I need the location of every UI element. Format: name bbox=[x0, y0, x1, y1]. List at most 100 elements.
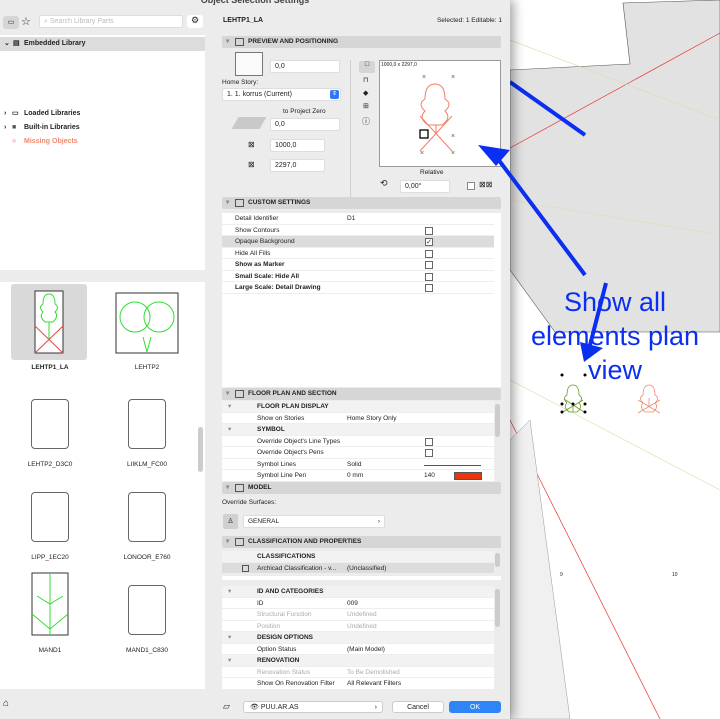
group-header[interactable]: DESIGN OPTIONS bbox=[222, 632, 494, 644]
param-checkbox[interactable]: ✓ bbox=[425, 238, 433, 246]
tree-item-built-in-libraries[interactable]: › ■ Built-in Libraries bbox=[0, 121, 205, 135]
param-row[interactable]: Show On Renovation Filter All Relevant Fi… bbox=[222, 678, 494, 690]
param-label: Override Object's Line Types bbox=[257, 437, 341, 445]
section-model[interactable]: MODEL bbox=[222, 482, 501, 494]
classification-row[interactable]: Archicad Classification - v... (Unclassif… bbox=[222, 562, 494, 574]
section-title: CLASSIFICATION AND PROPERTIES bbox=[248, 538, 362, 545]
elevation-preview-button[interactable]: ⊞ bbox=[363, 102, 369, 110]
layer-icon: ▱ bbox=[223, 701, 230, 711]
width-input[interactable]: 1000,0 bbox=[270, 139, 325, 152]
group-title: CLASSIFICATIONS bbox=[257, 553, 316, 560]
project-zero-input[interactable]: 0,0 bbox=[270, 118, 340, 131]
group-header[interactable]: RENOVATION bbox=[222, 655, 494, 667]
section-classification[interactable]: CLASSIFICATION AND PROPERTIES bbox=[222, 536, 501, 548]
param-row[interactable]: Show on Stories Home Story Only bbox=[222, 412, 494, 424]
group-header[interactable]: ID AND CATEGORIES bbox=[222, 586, 494, 598]
group-title: RENOVATION bbox=[257, 657, 300, 664]
settings-gear-icon[interactable]: ⚙ bbox=[187, 15, 203, 28]
tree-item-missing-objects[interactable]: ■ Missing Objects bbox=[0, 135, 205, 149]
section-preview-button[interactable]: ⊓ bbox=[363, 76, 368, 84]
param-row[interactable]: Override Object's Pens bbox=[222, 447, 494, 459]
param-label: Archicad Classification - v... bbox=[257, 564, 337, 572]
param-row[interactable]: ID 009 bbox=[222, 597, 494, 609]
pen-color-swatch[interactable] bbox=[454, 472, 482, 480]
chevron-right-icon: › bbox=[374, 704, 377, 711]
item-label: LEHTP2_D3C0 bbox=[27, 461, 73, 468]
param-label: Opaque Background bbox=[235, 238, 295, 245]
relative-button[interactable]: Relative bbox=[420, 169, 443, 176]
param-row[interactable]: Small Scale: Hide All bbox=[222, 270, 494, 282]
param-checkbox[interactable] bbox=[425, 272, 433, 281]
annotation-label: Show all elements plan view bbox=[510, 285, 720, 387]
elevation-input[interactable]: 0,0 bbox=[270, 60, 340, 73]
height-input[interactable]: 2297,0 bbox=[270, 159, 325, 172]
cancel-button[interactable]: Cancel bbox=[392, 701, 444, 713]
section-title: FLOOR PLAN AND SECTION bbox=[248, 390, 337, 397]
line-type-sample bbox=[424, 464, 481, 466]
floor-plan-scrollbar[interactable] bbox=[495, 404, 500, 437]
group-header: CLASSIFICATIONS bbox=[222, 551, 494, 563]
param-label: Detail Identifier bbox=[235, 215, 279, 222]
tree-item-embedded-library[interactable]: ⌄ ▤ Embedded Library bbox=[0, 37, 205, 51]
param-checkbox[interactable] bbox=[425, 284, 433, 292]
object-file-icon bbox=[31, 492, 69, 542]
param-row[interactable]: Detail Identifier D1 bbox=[222, 213, 494, 225]
3d-preview-button[interactable]: ◆ bbox=[363, 89, 368, 97]
library-scrollbar[interactable] bbox=[198, 427, 203, 472]
group-header[interactable]: FLOOR PLAN DISPLAY bbox=[222, 401, 494, 413]
tree-item-loaded-libraries[interactable]: › ▭ Loaded Libraries bbox=[0, 107, 205, 121]
classification-scrollbar[interactable] bbox=[495, 553, 500, 567]
param-row[interactable]: Symbol Lines Solid bbox=[222, 458, 494, 470]
properties-scrollbar[interactable] bbox=[495, 589, 500, 627]
param-row[interactable]: Symbol Line Pen 0 mm 140 bbox=[222, 470, 494, 482]
group-header[interactable]: SYMBOL bbox=[222, 424, 494, 436]
folder-view-button[interactable]: ▭ bbox=[3, 16, 19, 29]
settings-panel: LEHTP1_LA Selected: 1 Editable: 1 PREVIE… bbox=[215, 12, 510, 719]
param-value: Undefined bbox=[347, 622, 377, 630]
surface-brush-icon[interactable]: ♙ bbox=[223, 514, 238, 529]
param-checkbox[interactable] bbox=[425, 449, 433, 457]
ok-button[interactable]: OK bbox=[449, 701, 501, 713]
search-input[interactable]: ⌕ Search Library Parts bbox=[39, 15, 183, 28]
floor-plan-canvas[interactable]: Show all elements plan view 9 10 bbox=[510, 0, 720, 719]
angle-input[interactable]: 0,00° bbox=[400, 180, 450, 193]
override-surfaces-label: Override Surfaces: bbox=[222, 499, 277, 506]
param-row[interactable]: Large Scale: Detail Drawing bbox=[222, 282, 494, 294]
info-icon[interactable]: ⓘ bbox=[362, 116, 370, 127]
surface-select[interactable]: GENERAL › bbox=[243, 515, 385, 528]
section-floor-plan[interactable]: FLOOR PLAN AND SECTION bbox=[222, 388, 501, 400]
plan-preview-button[interactable]: □ bbox=[359, 61, 375, 73]
param-value: Undefined bbox=[347, 611, 377, 618]
layer-value: PUU.AR.AS bbox=[260, 704, 299, 711]
param-checkbox[interactable] bbox=[425, 249, 433, 258]
folder-icon: ■ bbox=[12, 124, 17, 131]
param-label: Option Status bbox=[257, 645, 297, 653]
param-row[interactable]: Show as Marker bbox=[222, 259, 494, 271]
folder-icon: ■ bbox=[12, 138, 17, 145]
param-row[interactable]: Hide All Fills bbox=[222, 247, 494, 259]
param-label: ID bbox=[257, 599, 264, 607]
to-project-zero-label[interactable]: to Project Zero bbox=[283, 108, 326, 115]
param-row[interactable]: Opaque Background ✓ bbox=[222, 236, 494, 248]
favorites-star-icon[interactable]: ☆ bbox=[21, 15, 31, 28]
group-title: FLOOR PLAN DISPLAY bbox=[257, 403, 329, 410]
section-custom-settings[interactable]: CUSTOM SETTINGS bbox=[222, 197, 501, 209]
svg-text:×: × bbox=[451, 133, 455, 140]
param-row[interactable]: Show Contours bbox=[222, 224, 494, 236]
param-checkbox[interactable] bbox=[425, 437, 433, 446]
param-label: Small Scale: Hide All bbox=[235, 272, 300, 280]
param-label: Show Contours bbox=[235, 226, 280, 234]
chevron-down-icon: ⌄ bbox=[4, 40, 10, 47]
item-label: MAND1_C830 bbox=[126, 647, 168, 654]
param-row[interactable]: Option Status (Main Model) bbox=[222, 643, 494, 655]
param-value: To Be Demolished bbox=[347, 668, 400, 676]
tree-label: Embedded Library bbox=[24, 40, 86, 47]
param-checkbox[interactable] bbox=[425, 261, 433, 269]
library-manager-icon[interactable]: ⌂ bbox=[3, 698, 9, 709]
param-row[interactable]: Override Object's Line Types bbox=[222, 435, 494, 447]
home-story-select[interactable]: 1. 1. korrus (Current) ⇕ bbox=[222, 88, 341, 101]
param-checkbox[interactable] bbox=[425, 226, 433, 235]
layer-select[interactable]: 👁 PUU.AR.AS › bbox=[243, 701, 383, 713]
chevron-right-icon: › bbox=[4, 124, 7, 131]
section-preview-positioning[interactable]: PREVIEW AND POSITIONING bbox=[222, 36, 501, 48]
